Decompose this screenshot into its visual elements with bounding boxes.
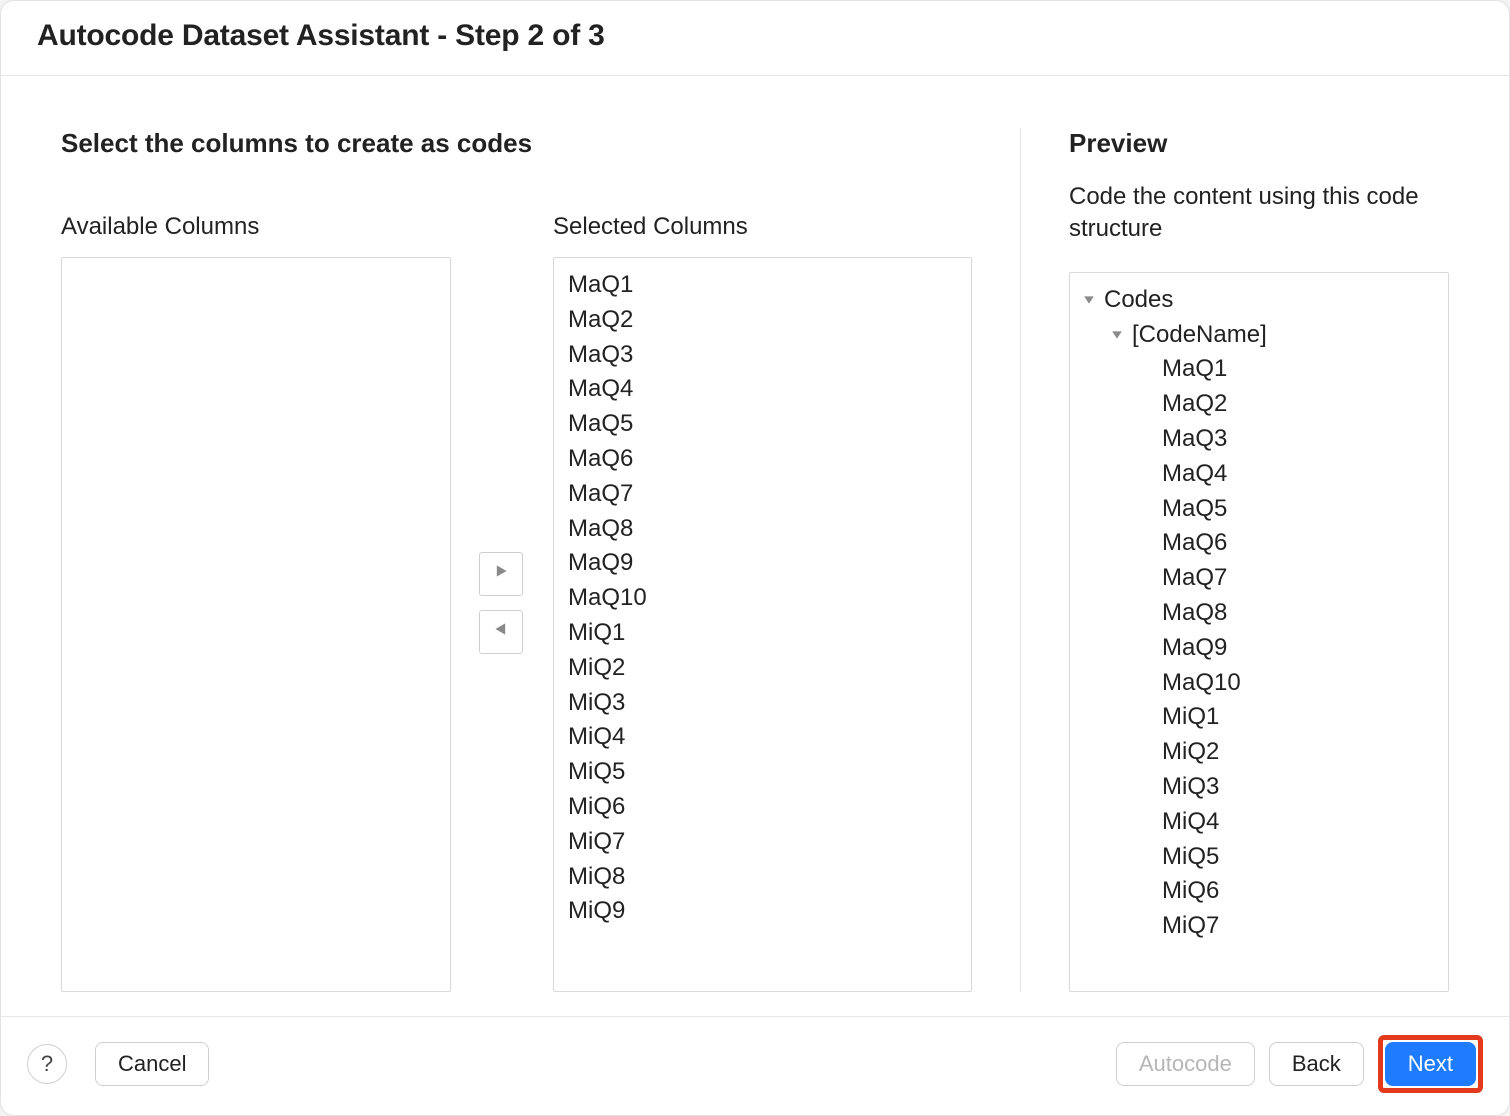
preview-heading: Preview <box>1069 128 1449 159</box>
available-columns-group: Available Columns <box>61 213 451 992</box>
cancel-button[interactable]: Cancel <box>95 1042 209 1086</box>
available-columns-listbox[interactable] <box>61 257 451 992</box>
tree-node-label: MaQ5 <box>1162 492 1227 527</box>
tree-leaf[interactable]: MaQ8 <box>1080 596 1438 631</box>
list-item[interactable]: MaQ10 <box>568 581 957 616</box>
tree-node-root[interactable]: Codes <box>1080 283 1438 318</box>
tree-node-label: MaQ3 <box>1162 422 1227 457</box>
next-button-highlight: Next <box>1378 1035 1483 1093</box>
tree-leaf[interactable]: MiQ4 <box>1080 805 1438 840</box>
preview-tree[interactable]: Codes[CodeName]MaQ1MaQ2MaQ3MaQ4MaQ5MaQ6M… <box>1069 272 1449 992</box>
tree-node-label: MaQ9 <box>1162 631 1227 666</box>
list-item[interactable]: MiQ1 <box>568 616 957 651</box>
chevron-down-icon <box>1108 326 1126 344</box>
dialog-footer: ? Cancel Autocode Back Next <box>1 1016 1509 1115</box>
tree-node-label: MaQ10 <box>1162 666 1241 701</box>
tree-node-label: MaQ2 <box>1162 387 1227 422</box>
dialog-body: Select the columns to create as codes Av… <box>1 76 1509 1016</box>
list-item[interactable]: MaQ4 <box>568 372 957 407</box>
tree-node-label: MiQ5 <box>1162 840 1219 875</box>
tree-leaf[interactable]: MiQ1 <box>1080 700 1438 735</box>
tree-leaf[interactable]: MiQ3 <box>1080 770 1438 805</box>
move-arrows <box>479 213 525 992</box>
columns-row: Available Columns <box>61 213 972 992</box>
list-item[interactable]: MaQ1 <box>568 268 957 303</box>
list-item[interactable]: MaQ3 <box>568 338 957 373</box>
list-item[interactable]: MaQ5 <box>568 407 957 442</box>
available-columns-label: Available Columns <box>61 213 451 241</box>
preview-pane: Preview Code the content using this code… <box>1069 128 1449 992</box>
tree-leaf[interactable]: MaQ6 <box>1080 526 1438 561</box>
dialog-title: Autocode Dataset Assistant - Step 2 of 3 <box>1 1 1509 76</box>
dialog-window: Autocode Dataset Assistant - Step 2 of 3… <box>0 0 1510 1116</box>
tree-leaf[interactable]: MaQ3 <box>1080 422 1438 457</box>
tree-node-label: MaQ7 <box>1162 561 1227 596</box>
tree-node-label: MiQ1 <box>1162 700 1219 735</box>
preview-description: Code the content using this code structu… <box>1069 181 1449 246</box>
tree-node-codename[interactable]: [CodeName] <box>1080 318 1438 353</box>
triangle-left-icon <box>494 622 508 641</box>
tree-node-label: MiQ6 <box>1162 874 1219 909</box>
tree-node-label: MaQ1 <box>1162 352 1227 387</box>
list-item[interactable]: MaQ6 <box>568 442 957 477</box>
tree-node-label: MaQ8 <box>1162 596 1227 631</box>
list-item[interactable]: MaQ9 <box>568 546 957 581</box>
tree-leaf[interactable]: MaQ1 <box>1080 352 1438 387</box>
tree-leaf[interactable]: MaQ7 <box>1080 561 1438 596</box>
help-button[interactable]: ? <box>27 1044 67 1084</box>
move-right-button[interactable] <box>479 552 523 596</box>
tree-leaf[interactable]: MiQ7 <box>1080 909 1438 944</box>
tree-node-label: MiQ2 <box>1162 735 1219 770</box>
list-item[interactable]: MaQ2 <box>568 303 957 338</box>
list-item[interactable]: MaQ7 <box>568 477 957 512</box>
tree-leaf[interactable]: MaQ9 <box>1080 631 1438 666</box>
tree-leaf[interactable]: MaQ2 <box>1080 387 1438 422</box>
tree-node-label: MaQ6 <box>1162 526 1227 561</box>
tree-leaf[interactable]: MaQ5 <box>1080 492 1438 527</box>
tree-leaf[interactable]: MiQ5 <box>1080 840 1438 875</box>
tree-leaf[interactable]: MiQ2 <box>1080 735 1438 770</box>
tree-node-label: MiQ3 <box>1162 770 1219 805</box>
list-item[interactable]: MaQ8 <box>568 512 957 547</box>
list-item[interactable]: MiQ2 <box>568 651 957 686</box>
tree-node-label: MiQ4 <box>1162 805 1219 840</box>
list-item[interactable]: MiQ5 <box>568 755 957 790</box>
tree-node-label: [CodeName] <box>1132 318 1267 353</box>
autocode-button[interactable]: Autocode <box>1116 1042 1255 1086</box>
tree-node-label: MaQ4 <box>1162 457 1227 492</box>
chevron-down-icon <box>1080 291 1098 309</box>
list-item[interactable]: MiQ9 <box>568 894 957 929</box>
list-item[interactable]: MiQ7 <box>568 825 957 860</box>
list-item[interactable]: MiQ6 <box>568 790 957 825</box>
column-selection-heading: Select the columns to create as codes <box>61 128 972 159</box>
move-left-button[interactable] <box>479 610 523 654</box>
list-item[interactable]: MiQ4 <box>568 720 957 755</box>
next-button[interactable]: Next <box>1385 1042 1476 1086</box>
selected-columns-listbox[interactable]: MaQ1MaQ2MaQ3MaQ4MaQ5MaQ6MaQ7MaQ8MaQ9MaQ1… <box>553 257 972 992</box>
selected-columns-group: Selected Columns MaQ1MaQ2MaQ3MaQ4MaQ5MaQ… <box>553 213 972 992</box>
list-item[interactable]: MiQ3 <box>568 686 957 721</box>
tree-leaf[interactable]: MaQ10 <box>1080 666 1438 701</box>
tree-node-label: Codes <box>1104 283 1173 318</box>
tree-node-label: MiQ7 <box>1162 909 1219 944</box>
back-button[interactable]: Back <box>1269 1042 1364 1086</box>
triangle-right-icon <box>494 564 508 583</box>
tree-leaf[interactable]: MaQ4 <box>1080 457 1438 492</box>
list-item[interactable]: MiQ8 <box>568 860 957 895</box>
tree-leaf[interactable]: MiQ6 <box>1080 874 1438 909</box>
column-selection-pane: Select the columns to create as codes Av… <box>61 128 1021 992</box>
selected-columns-label: Selected Columns <box>553 213 972 241</box>
help-icon: ? <box>41 1051 53 1077</box>
